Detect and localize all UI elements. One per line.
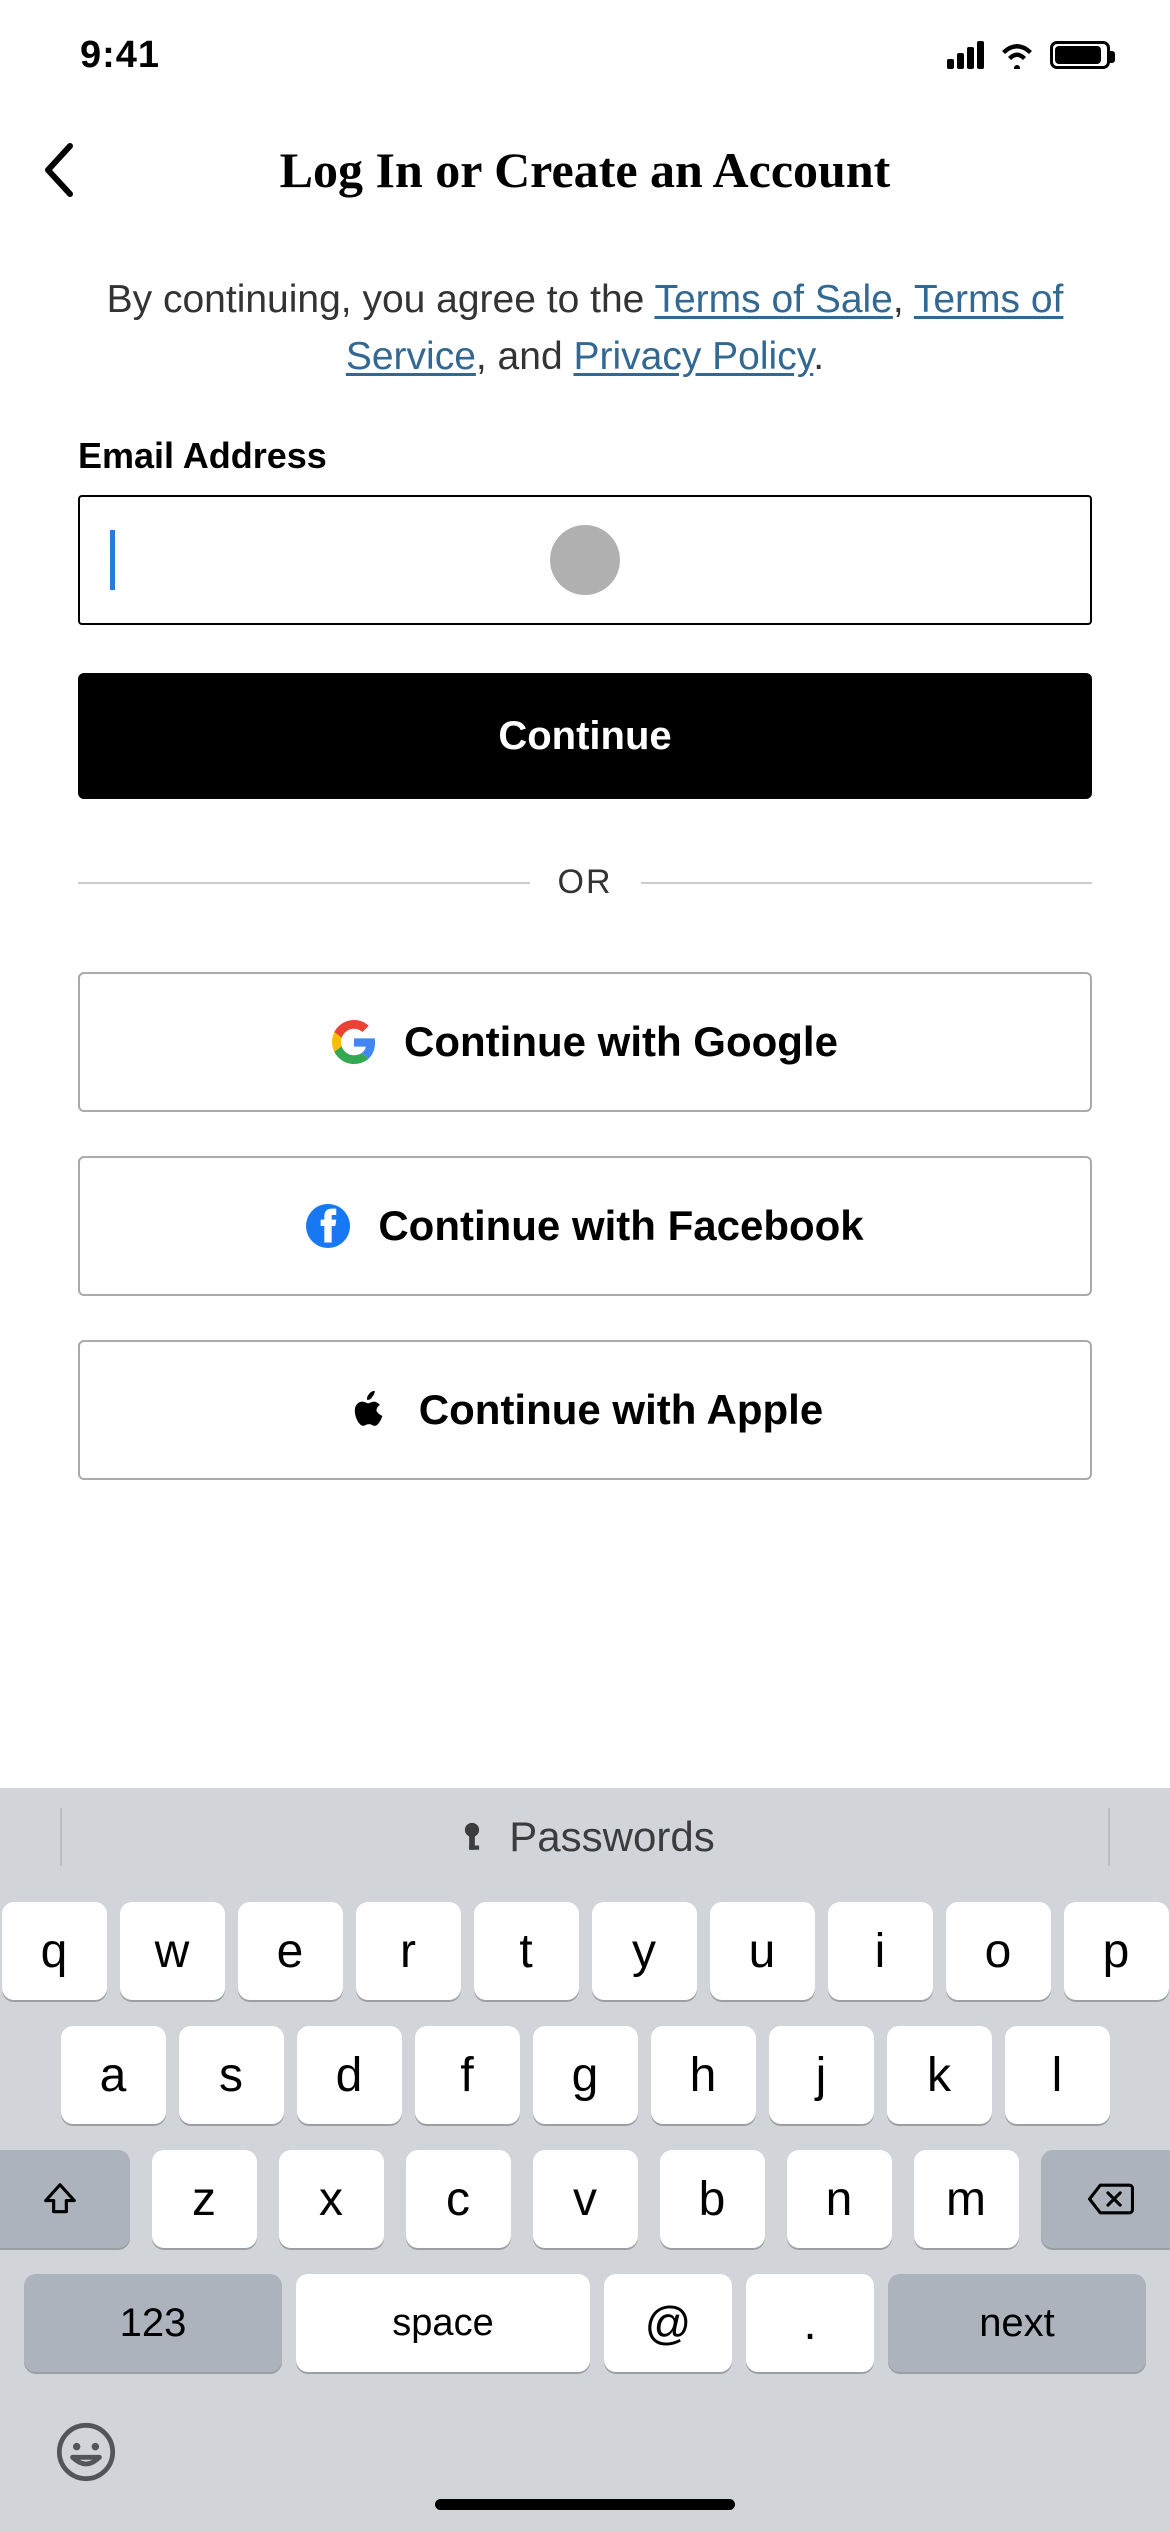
- key-i[interactable]: i: [828, 1902, 933, 2000]
- google-button-label: Continue with Google: [404, 1018, 838, 1066]
- space-key[interactable]: space: [296, 2274, 590, 2372]
- status-bar: 9:41: [0, 0, 1170, 110]
- apple-icon: [347, 1388, 391, 1432]
- home-indicator[interactable]: [435, 2499, 735, 2510]
- key-t[interactable]: t: [474, 1902, 579, 2000]
- key-x[interactable]: x: [279, 2150, 384, 2248]
- key-k[interactable]: k: [887, 2026, 992, 2124]
- terms-text: By continuing, you agree to the Terms of…: [0, 230, 1170, 385]
- key-f[interactable]: f: [415, 2026, 520, 2124]
- at-key[interactable]: @: [604, 2274, 732, 2372]
- numbers-key[interactable]: 123: [24, 2274, 282, 2372]
- email-label: Email Address: [78, 435, 1092, 477]
- facebook-icon: [306, 1204, 350, 1248]
- key-v[interactable]: v: [533, 2150, 638, 2248]
- passwords-suggestion[interactable]: Passwords: [0, 1788, 1170, 1886]
- key-j[interactable]: j: [769, 2026, 874, 2124]
- terms-prefix: By continuing, you agree to the: [107, 278, 655, 321]
- keyboard-bottom: [0, 2372, 1170, 2532]
- key-h[interactable]: h: [651, 2026, 756, 2124]
- shift-key[interactable]: [0, 2150, 130, 2248]
- continue-with-facebook-button[interactable]: Continue with Facebook: [78, 1156, 1092, 1296]
- shift-icon: [41, 2180, 79, 2218]
- key-p[interactable]: p: [1064, 1902, 1169, 2000]
- emoji-key[interactable]: [54, 2420, 118, 2484]
- keyboard-row-4: 123 space @ . next: [12, 2274, 1158, 2372]
- dot-key[interactable]: .: [746, 2274, 874, 2372]
- apple-button-label: Continue with Apple: [419, 1386, 823, 1434]
- key-q[interactable]: q: [2, 1902, 107, 2000]
- keyboard-row-3: z x c v b n m: [12, 2150, 1158, 2248]
- or-divider: OR: [78, 863, 1092, 902]
- key-n[interactable]: n: [787, 2150, 892, 2248]
- continue-with-google-button[interactable]: Continue with Google: [78, 972, 1092, 1112]
- wifi-icon: [998, 41, 1036, 69]
- login-form: Email Address Continue OR Continue with …: [0, 385, 1170, 1480]
- continue-button[interactable]: Continue: [78, 673, 1092, 799]
- keyboard-row-2: a s d f g h j k l: [12, 2026, 1158, 2124]
- status-time: 9:41: [80, 34, 160, 77]
- passwords-label: Passwords: [509, 1813, 714, 1861]
- key-b[interactable]: b: [660, 2150, 765, 2248]
- key-c[interactable]: c: [406, 2150, 511, 2248]
- key-z[interactable]: z: [152, 2150, 257, 2248]
- key-e[interactable]: e: [238, 1902, 343, 2000]
- status-indicators: [947, 41, 1110, 69]
- key-r[interactable]: r: [356, 1902, 461, 2000]
- privacy-policy-link[interactable]: Privacy Policy: [573, 335, 813, 378]
- key-a[interactable]: a: [61, 2026, 166, 2124]
- key-icon: [455, 1820, 489, 1854]
- key-o[interactable]: o: [946, 1902, 1051, 2000]
- key-w[interactable]: w: [120, 1902, 225, 2000]
- key-d[interactable]: d: [297, 2026, 402, 2124]
- google-icon: [332, 1020, 376, 1064]
- key-u[interactable]: u: [710, 1902, 815, 2000]
- or-text: OR: [558, 863, 613, 902]
- backspace-key[interactable]: [1041, 2150, 1170, 2248]
- backspace-icon: [1088, 2182, 1134, 2216]
- cellular-signal-icon: [947, 41, 984, 69]
- battery-icon: [1050, 41, 1110, 69]
- key-l[interactable]: l: [1005, 2026, 1110, 2124]
- chevron-left-icon: [40, 140, 76, 200]
- continue-with-apple-button[interactable]: Continue with Apple: [78, 1340, 1092, 1480]
- back-button[interactable]: [40, 140, 76, 200]
- page-title: Log In or Create an Account: [280, 141, 891, 199]
- terms-of-sale-link[interactable]: Terms of Sale: [654, 278, 892, 321]
- email-field[interactable]: [78, 495, 1092, 625]
- touch-indicator: [550, 525, 620, 595]
- facebook-button-label: Continue with Facebook: [378, 1202, 863, 1250]
- key-m[interactable]: m: [914, 2150, 1019, 2248]
- key-y[interactable]: y: [592, 1902, 697, 2000]
- next-key[interactable]: next: [888, 2274, 1146, 2372]
- key-g[interactable]: g: [533, 2026, 638, 2124]
- keyboard-row-1: q w e r t y u i o p: [12, 1902, 1158, 2000]
- key-s[interactable]: s: [179, 2026, 284, 2124]
- header: Log In or Create an Account: [0, 110, 1170, 230]
- keyboard: Passwords q w e r t y u i o p a s d f g …: [0, 1788, 1170, 2532]
